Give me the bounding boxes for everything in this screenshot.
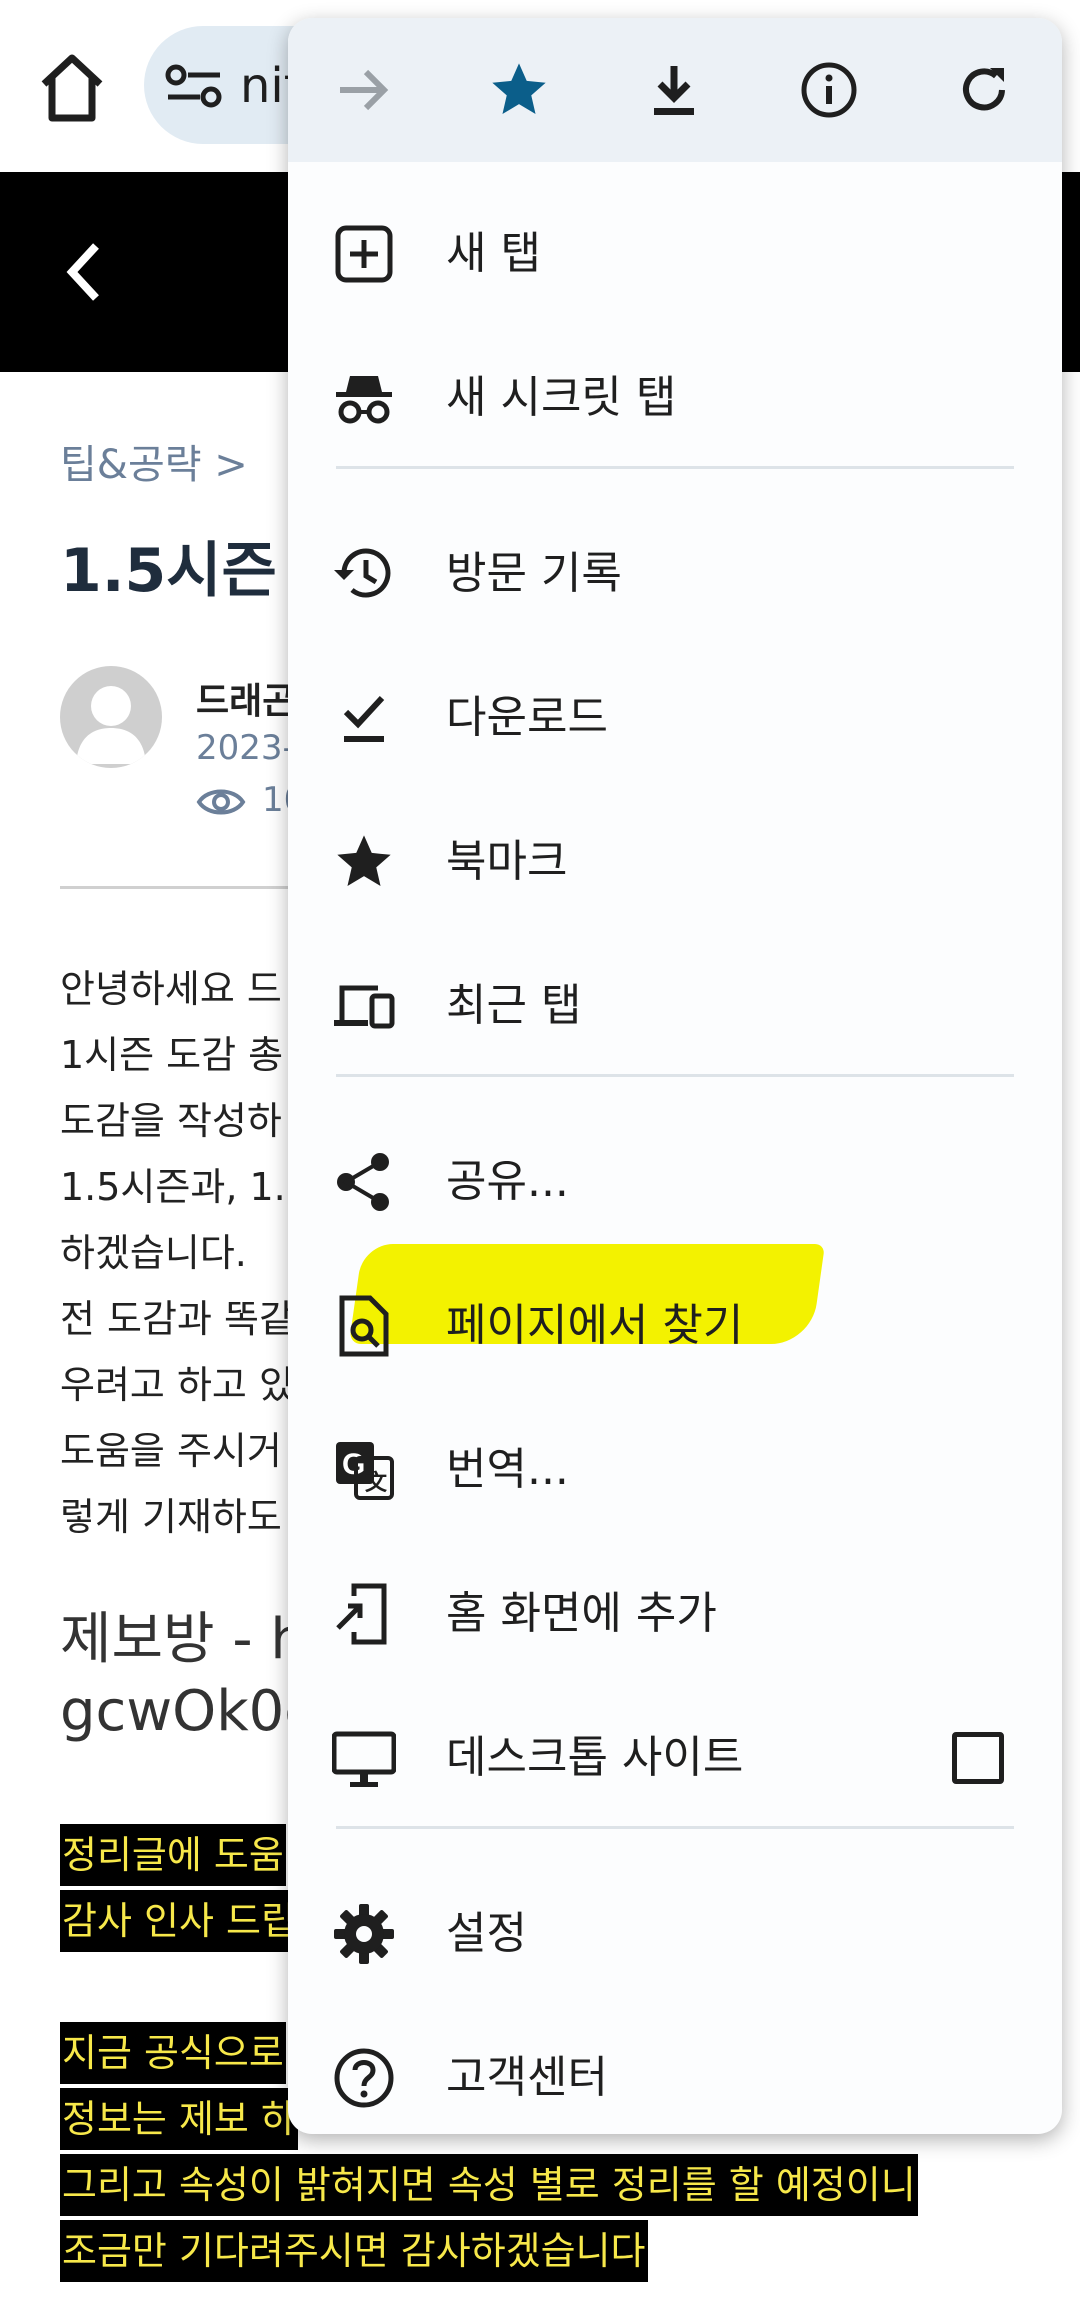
forward-arrow-icon[interactable] [324,50,404,130]
highlighted-line: 지금 공식으로 [60,2022,286,2084]
menu-item-label: 설정 [446,1908,527,1959]
help-icon [332,2046,396,2110]
menu-item-label: 번역... [446,1444,569,1495]
info-icon[interactable] [789,50,869,130]
menu-item-label: 페이지에서 찾기 [446,1300,744,1351]
post-body: 안녕하세요 드 1시즌 도감 총 도감을 작성하 1.5시즌과, 1. 하겠습니… [60,956,294,1550]
heading-line[interactable]: gcwOk0c [60,1676,315,1748]
refresh-icon[interactable] [944,50,1024,130]
menu-item-new-tab[interactable]: 새 탭 [288,194,1062,314]
bookmark-star-icon[interactable] [479,50,559,130]
recent-tabs-icon [332,974,396,1038]
post-date: 2023- [196,728,295,768]
share-icon [332,1150,396,1214]
highlighted-line: 감사 인사 드립 [60,1890,298,1952]
highlighted-line: 그리고 속성이 밝혀지면 속성 별로 정리를 할 예정이니 [60,2154,918,2216]
desktop-icon [331,1726,397,1790]
overflow-menu: 새 탭 새 시크릿 탭 방문 기록 다운로드 북마크 최근 탭 공유... 페이… [288,18,1062,2134]
body-line: 도감을 작성하 [60,1099,282,1143]
eye-icon [196,782,246,822]
menu-toolbar [288,18,1062,162]
menu-item-translate[interactable]: G文 번역... [288,1410,1062,1530]
report-link-heading[interactable]: 제보방 - h gcwOk0c [60,1604,315,1748]
download-icon[interactable] [634,50,714,130]
menu-item-desktop-site[interactable]: 데스크톱 사이트 [288,1698,1062,1818]
menu-item-share[interactable]: 공유... [288,1122,1062,1242]
highlighted-line: 조금만 기다려주시면 감사하겠습니다 [60,2220,648,2282]
menu-separator [336,1826,1014,1829]
incognito-icon [332,366,396,430]
highlighted-line: 정보는 제보 하 [60,2088,298,2150]
add-to-home-icon [332,1582,396,1646]
menu-item-label: 고객센터 [446,2052,608,2103]
bookmarks-star-icon [332,830,396,894]
menu-item-label: 새 시크릿 탭 [446,372,677,423]
menu-item-label: 홈 화면에 추가 [446,1588,717,1639]
menu-item-label: 새 탭 [446,228,541,279]
menu-item-label: 최근 탭 [446,980,582,1031]
menu-separator [336,1074,1014,1077]
menu-item-label: 다운로드 [446,692,608,743]
heading-line[interactable]: 제보방 - h [60,1604,315,1676]
body-line: 하겠습니다. [60,1231,247,1275]
body-line: 렇게 기재하도 [60,1495,282,1539]
menu-item-find-in-page[interactable]: 페이지에서 찾기 [288,1266,1062,1386]
menu-item-downloads[interactable]: 다운로드 [288,658,1062,778]
highlight-block: 정리글에 도움 감사 인사 드립 [60,1824,298,1956]
body-line: 1시즌 도감 총 [60,1033,284,1077]
menu-separator [336,466,1014,469]
settings-gear-icon [332,1902,396,1966]
author-name[interactable]: 드래곤 [196,672,295,724]
svg-text:G: G [342,1448,365,1481]
svg-text:文: 文 [365,1470,388,1496]
menu-item-bookmarks[interactable]: 북마크 [288,802,1062,922]
menu-item-label: 방문 기록 [446,548,622,599]
menu-item-label: 공유... [446,1156,569,1207]
highlighted-line: 정리글에 도움 [60,1824,286,1886]
menu-item-settings[interactable]: 설정 [288,1874,1062,1994]
author-avatar [60,666,162,768]
menu-item-help[interactable]: 고객센터 [288,2018,1062,2134]
body-line: 도움을 주시거 [60,1429,282,1473]
menu-item-history[interactable]: 방문 기록 [288,514,1062,634]
breadcrumb[interactable]: 팁&공략 > [60,432,248,490]
body-line: 안녕하세요 드 [60,967,282,1011]
desktop-site-checkbox[interactable] [952,1732,1004,1784]
body-line: 1.5시즌과, 1. [60,1165,286,1209]
history-icon [332,542,396,606]
menu-item-add-to-home[interactable]: 홈 화면에 추가 [288,1554,1062,1674]
menu-item-recent-tabs[interactable]: 최근 탭 [288,946,1062,1066]
new-tab-icon [332,222,396,286]
translate-icon: G文 [332,1438,396,1502]
menu-item-incognito[interactable]: 새 시크릿 탭 [288,338,1062,458]
body-line: 우려고 하고 있 [60,1363,294,1407]
menu-item-label: 데스크톱 사이트 [446,1732,744,1783]
find-in-page-icon [332,1294,396,1358]
back-chevron-icon[interactable] [64,240,104,304]
home-icon[interactable] [36,48,108,128]
body-line: 전 도감과 똑같 [60,1297,294,1341]
downloads-icon [332,686,396,750]
menu-item-label: 북마크 [446,836,568,887]
site-settings-icon[interactable] [164,64,224,108]
